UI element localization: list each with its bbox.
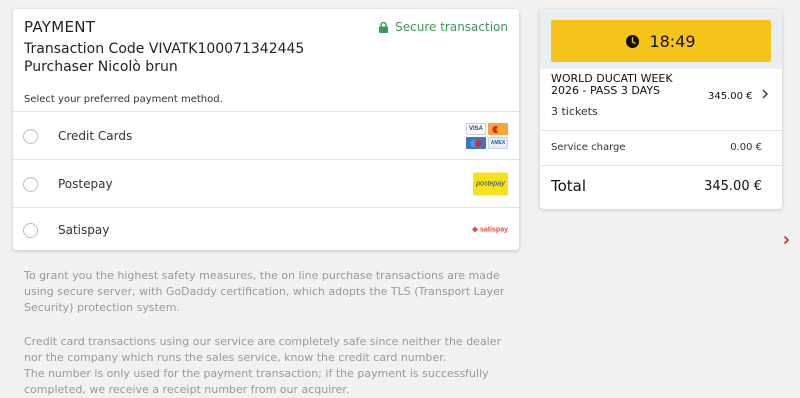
credit-cards-radio[interactable]	[23, 129, 38, 144]
maestro-logo	[466, 137, 486, 149]
event-name: WORLD DUCATI WEEK 2026 - PASS 3 DAYS	[551, 72, 673, 97]
payment-method-postepay[interactable]: Postepay postepay	[13, 159, 519, 208]
secure-transaction-badge: Secure transaction	[379, 20, 508, 34]
credit-cards-logo: VISA AMEX	[466, 123, 508, 149]
payment-method-credit-cards[interactable]: Credit Cards VISA AMEX	[13, 111, 519, 160]
payment-method-satispay[interactable]: Satispay satispay	[13, 207, 519, 251]
countdown-timer: 18:49	[551, 20, 771, 62]
total-value: 345.00 €	[704, 179, 762, 194]
timer-area: 18:49	[540, 9, 782, 69]
satispay-logo: satispay	[471, 226, 508, 233]
ticket-count: 3 tickets	[551, 105, 598, 118]
payment-panel: PAYMENT Secure transaction Transaction C…	[13, 9, 519, 250]
credit-card-info-paragraph: Credit card transactions using our servi…	[24, 335, 502, 364]
credit-cards-label: Credit Cards	[58, 129, 133, 143]
postepay-logo: postepay	[473, 172, 508, 196]
postepay-radio[interactable]	[23, 177, 38, 192]
amex-logo: AMEX	[488, 137, 508, 149]
satispay-label: Satispay	[58, 222, 110, 237]
satispay-mark-icon	[471, 226, 478, 233]
divider	[540, 130, 782, 131]
event-price: 345.00 €	[708, 91, 753, 102]
service-charge-label: Service charge	[551, 142, 626, 153]
payment-method-prompt: Select your preferred payment method.	[24, 94, 223, 105]
total-label: Total	[551, 177, 587, 195]
chevron-right-icon[interactable]	[761, 88, 769, 100]
satispay-radio[interactable]	[23, 222, 38, 238]
postepay-label: Postepay	[58, 177, 113, 191]
lock-icon	[379, 21, 389, 33]
visa-logo: VISA	[466, 123, 486, 135]
receipt-info-paragraph: The number is only used for the payment …	[24, 367, 489, 396]
clock-icon	[626, 34, 640, 48]
order-summary-panel: 18:49 WORLD DUCATI WEEK 2026 - PASS 3 DA…	[540, 9, 782, 209]
mastercard-logo	[488, 123, 508, 135]
divider	[540, 165, 782, 166]
security-info-paragraph: To grant you the highest safety measures…	[24, 269, 505, 314]
timer-value: 18:49	[649, 31, 696, 51]
service-charge-value: 0.00 €	[730, 142, 762, 153]
secure-transaction-label: Secure transaction	[395, 20, 508, 34]
satispay-logo-text: satispay	[479, 226, 508, 233]
transaction-code: Transaction Code VIVATK100071342445	[24, 41, 305, 57]
payment-title: PAYMENT	[24, 18, 96, 36]
purchaser-name: Purchaser Nicolò brun	[24, 59, 178, 75]
chevron-right-icon[interactable]	[783, 235, 790, 245]
